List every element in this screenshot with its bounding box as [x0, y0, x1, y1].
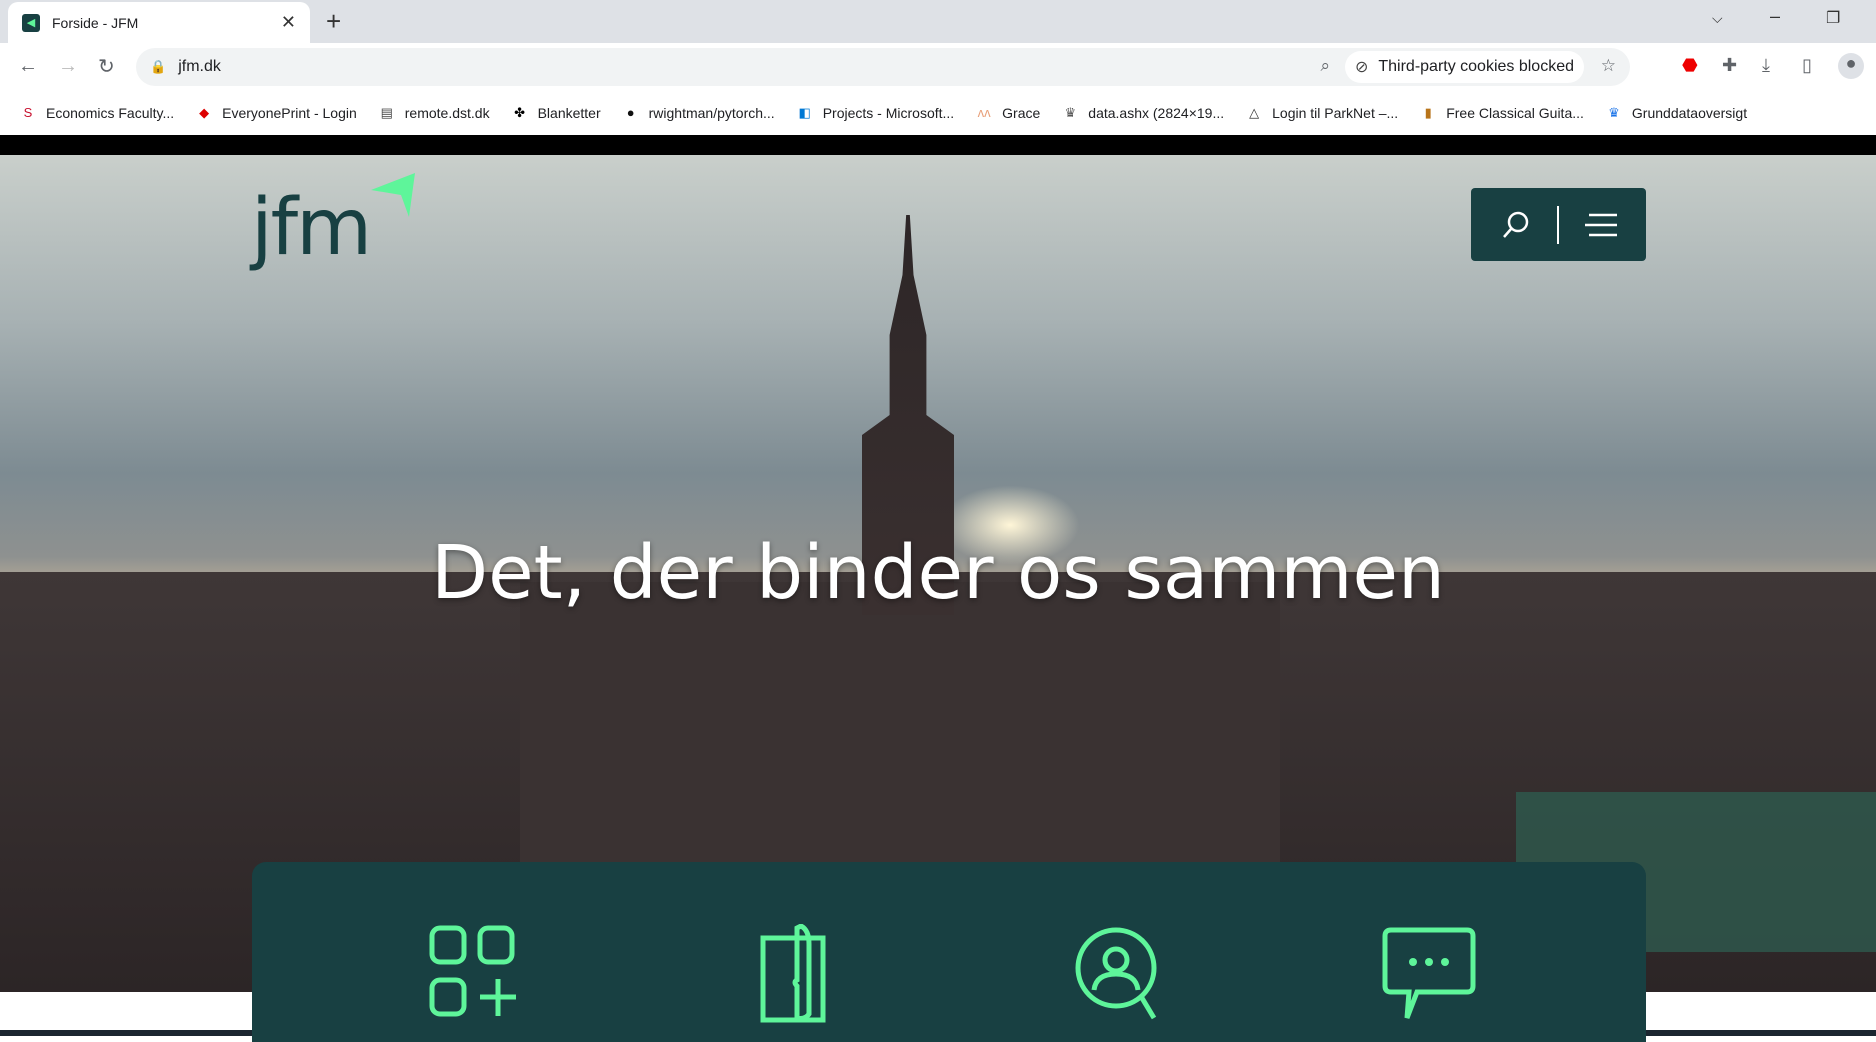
- tab-search-chevron-icon[interactable]: ⌵: [1712, 10, 1723, 27]
- everyoneprint-icon: ◆: [199, 104, 210, 120]
- minimize-button[interactable]: –: [1770, 6, 1780, 27]
- jfm-favicon-icon: ◀: [22, 13, 40, 32]
- bookmark-item[interactable]: ◧ Projects - Microsoft...: [797, 104, 955, 121]
- bookmark-label: data.ashx (2824×19...: [1088, 104, 1225, 121]
- adblock-extension-icon[interactable]: ⬣: [1682, 55, 1698, 76]
- search-icon[interactable]: ⌕: [1320, 56, 1330, 76]
- jfm-logo[interactable]: jfm: [251, 173, 421, 283]
- bookmark-item[interactable]: △ Login til ParkNet –...: [1246, 105, 1398, 121]
- new-tab-button[interactable]: +: [326, 6, 341, 37]
- download-icon[interactable]: ⤓: [1762, 55, 1770, 76]
- logo-text: jfm: [251, 183, 372, 273]
- page-top-strip: [0, 135, 1876, 155]
- lock-icon[interactable]: 🔒: [150, 59, 166, 75]
- bookmarks-bar: S Economics Faculty... ◆ EveryonePrint - Lo…: [0, 90, 1876, 135]
- eye-off-icon: ⊘: [1354, 59, 1369, 76]
- close-tab-icon[interactable]: ✕: [281, 12, 296, 33]
- bookmark-label: Free Classical Guita...: [1446, 104, 1584, 121]
- bookmark-item[interactable]: ● rwightman/pytorch...: [623, 105, 775, 121]
- address-bar[interactable]: 🔒 jfm.dk ⌕ ⊘ Third-party cookies blocked…: [136, 48, 1630, 86]
- document-icon[interactable]: [745, 924, 841, 1024]
- crown-icon: ♛: [1064, 104, 1077, 120]
- reload-icon[interactable]: ↻: [98, 54, 120, 79]
- azure-devops-icon: ◧: [798, 104, 811, 120]
- bookmark-item[interactable]: ♛ data.ashx (2824×19...: [1062, 105, 1224, 121]
- nav-divider: [1556, 205, 1559, 244]
- bookmark-label: Grunddataoversigt: [1631, 104, 1748, 121]
- browser-toolbar: ← → ↻ 🔒 jfm.dk ⌕ ⊘ Third-party cookies b…: [0, 43, 1876, 90]
- bookmark-star-icon[interactable]: ☆: [1601, 56, 1616, 76]
- bookmark-item[interactable]: ʌʌ Grace: [976, 104, 1041, 121]
- github-icon: ●: [626, 105, 635, 120]
- bookmark-label: Blanketter: [537, 104, 601, 121]
- bookmark-item[interactable]: ◆ EveryonePrint - Login: [196, 105, 357, 121]
- tab-bar: ◀ Forside - JFM ✕ + ⌵ – ❐: [0, 0, 1876, 43]
- bookmark-item[interactable]: ▤ remote.dst.dk: [379, 105, 490, 121]
- hero-headline: Det, der binder os sammen: [431, 530, 1445, 616]
- parknet-icon: △: [1249, 104, 1260, 120]
- bookmark-item[interactable]: ✤ Blanketter: [512, 105, 601, 121]
- crown-icon: ♛: [1608, 104, 1620, 120]
- url-text[interactable]: jfm.dk: [178, 58, 221, 76]
- third-party-cookies-chip[interactable]: ⊘ Third-party cookies blocked: [1344, 51, 1584, 83]
- guitar-icon: ▮: [1424, 104, 1432, 120]
- bookmark-label: remote.dst.dk: [404, 104, 490, 121]
- logo-arrow-icon: [371, 173, 415, 217]
- grace-icon: ʌʌ: [977, 105, 991, 120]
- bookmark-item[interactable]: ▮ Free Classical Guita...: [1420, 105, 1584, 121]
- bookmark-label: Grace: [1002, 104, 1041, 121]
- bookmark-item[interactable]: ♛ Grunddataoversigt: [1606, 105, 1747, 121]
- person-search-icon[interactable]: [1070, 924, 1166, 1024]
- tab-forside[interactable]: ◀ Forside - JFM ✕: [8, 2, 310, 43]
- bookmark-label: Projects - Microsoft...: [822, 104, 955, 121]
- cookies-label: Third-party cookies blocked: [1378, 58, 1574, 75]
- side-panel-icon[interactable]: ▯: [1802, 55, 1812, 76]
- palace-building: [520, 582, 1280, 872]
- back-icon[interactable]: ←: [18, 55, 40, 78]
- blanketter-icon: ✤: [514, 104, 526, 120]
- bookmark-label: rwightman/pytorch...: [648, 104, 775, 121]
- profile-avatar-icon[interactable]: ●: [1838, 53, 1864, 79]
- extensions-puzzle-icon[interactable]: ✚: [1722, 55, 1737, 76]
- tab-title: Forside - JFM: [52, 14, 139, 31]
- bookmark-label: Economics Faculty...: [46, 104, 175, 121]
- s-icon: S: [23, 105, 33, 120]
- menu-hamburger-icon[interactable]: [1584, 213, 1617, 237]
- apps-icon[interactable]: [428, 924, 524, 1024]
- quick-links-card: [252, 862, 1646, 1042]
- bookmark-label: Login til ParkNet –...: [1272, 104, 1399, 121]
- restore-button[interactable]: ❐: [1826, 8, 1840, 28]
- forward-icon[interactable]: →: [58, 55, 80, 78]
- document-icon: ▤: [380, 104, 393, 120]
- header-nav-box: [1471, 188, 1646, 261]
- chat-icon[interactable]: [1381, 924, 1477, 1024]
- bookmark-item[interactable]: S Economics Faculty...: [20, 105, 174, 121]
- search-icon[interactable]: [1501, 210, 1531, 240]
- bookmark-label: EveryonePrint - Login: [222, 104, 357, 121]
